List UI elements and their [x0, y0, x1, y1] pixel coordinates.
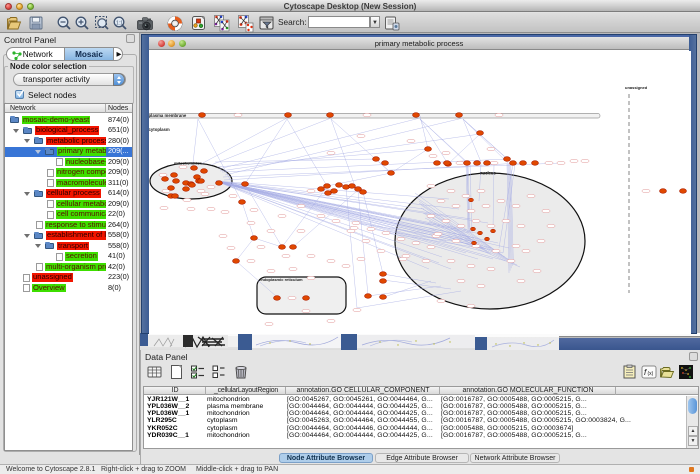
- svg-text:(x): (x): [648, 371, 654, 377]
- svg-text:nucleus: nucleus: [480, 171, 496, 176]
- svg-text:unassigned: unassigned: [625, 85, 648, 90]
- svg-text:cytoplasm: cytoplasm: [149, 127, 170, 132]
- svg-text:mitochondrion: mitochondrion: [174, 161, 203, 166]
- svg-text:endoplasmic reticulum: endoplasmic reticulum: [259, 277, 303, 282]
- svg-text:1:1: 1:1: [116, 20, 123, 26]
- svg-text:plasma membrane: plasma membrane: [149, 113, 187, 118]
